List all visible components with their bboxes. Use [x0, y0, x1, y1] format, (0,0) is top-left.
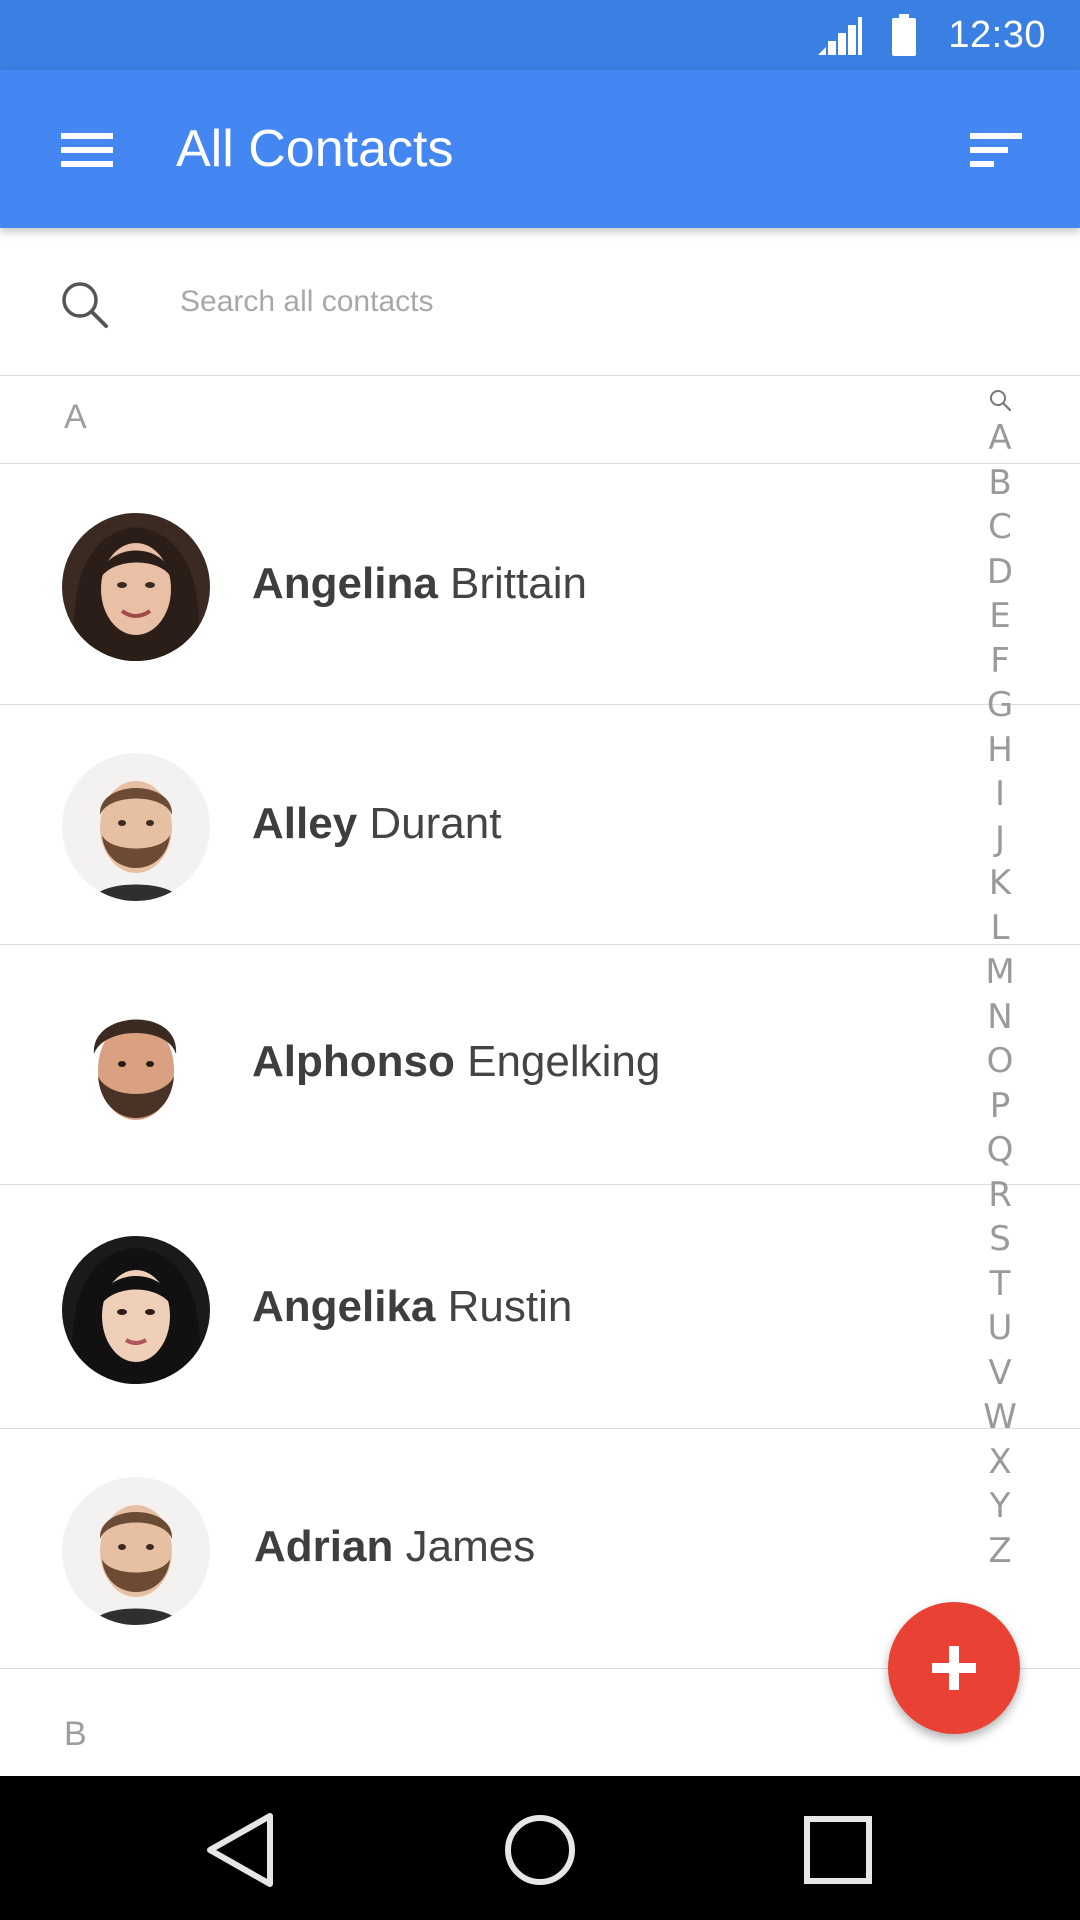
contact-last-name: Brittain — [450, 559, 587, 608]
recents-square-icon[interactable] — [798, 1810, 878, 1890]
contact-first-name: Angelika — [252, 1282, 436, 1331]
home-circle-icon[interactable] — [500, 1810, 580, 1890]
menu-button[interactable] — [56, 120, 118, 180]
index-letter-a[interactable]: A — [988, 416, 1011, 461]
contact-name: Adrian James — [254, 1517, 535, 1577]
index-letter-h[interactable]: H — [987, 728, 1013, 773]
index-letter-e[interactable]: E — [989, 594, 1010, 639]
avatar — [62, 992, 210, 1140]
index-letter-k[interactable]: K — [989, 861, 1011, 906]
avatar — [62, 513, 210, 661]
index-letter-q[interactable]: Q — [987, 1128, 1014, 1173]
search-icon — [62, 282, 108, 328]
index-letter-f[interactable]: F — [990, 639, 1010, 684]
index-letter-c[interactable]: C — [988, 505, 1012, 550]
search-icon[interactable] — [988, 388, 1012, 412]
index-letter-i[interactable]: I — [995, 772, 1005, 817]
index-letter-n[interactable]: N — [987, 995, 1012, 1040]
app-bar: All Contacts — [0, 70, 1080, 228]
index-letter-r[interactable]: R — [988, 1173, 1012, 1218]
index-letter-p[interactable]: P — [990, 1084, 1011, 1129]
index-letter-x[interactable]: X — [988, 1440, 1011, 1485]
index-letter-t[interactable]: T — [990, 1262, 1011, 1307]
contact-row-angelina-brittain[interactable]: Angelina Brittain — [0, 464, 1080, 705]
alphabet-index[interactable]: A B C D E F G H I J K L M N O P Q R S T … — [978, 388, 1022, 1573]
contact-row-alley-durant[interactable]: Alley Durant — [0, 705, 1080, 945]
index-letter-m[interactable]: M — [985, 950, 1014, 995]
avatar — [62, 1477, 210, 1625]
sort-icon — [970, 133, 1022, 167]
contact-name: Angelika Rustin — [252, 1277, 572, 1337]
contact-name: Alley Durant — [252, 794, 501, 854]
search-bar — [0, 228, 1080, 376]
contact-name: Alphonso Engelking — [252, 1032, 660, 1092]
index-letter-l[interactable]: L — [991, 906, 1010, 951]
index-letter-v[interactable]: V — [988, 1351, 1011, 1396]
search-input[interactable] — [178, 272, 878, 332]
back-triangle-icon[interactable] — [200, 1810, 280, 1890]
hamburger-menu-icon — [61, 133, 113, 167]
cell-signal-icon — [818, 17, 863, 55]
section-header-a: A — [0, 376, 1080, 464]
section-letter: A — [64, 398, 87, 436]
index-letter-o[interactable]: O — [987, 1039, 1014, 1084]
index-letter-s[interactable]: S — [989, 1217, 1011, 1262]
index-letter-b[interactable]: B — [988, 461, 1011, 506]
index-letter-y[interactable]: Y — [990, 1484, 1011, 1529]
add-contact-button[interactable] — [888, 1602, 1020, 1734]
index-letter-g[interactable]: G — [987, 683, 1013, 728]
contact-first-name: Adrian — [254, 1522, 394, 1571]
contact-first-name: Alley — [252, 799, 358, 848]
contact-name: Angelina Brittain — [252, 554, 587, 614]
contact-row-alphonso-engelking[interactable]: Alphonso Engelking — [0, 945, 1080, 1185]
contact-first-name: Angelina — [252, 559, 438, 608]
contact-last-name: Engelking — [467, 1037, 661, 1086]
index-letter-w[interactable]: W — [983, 1395, 1017, 1440]
contact-last-name: Durant — [369, 799, 502, 848]
page-title: All Contacts — [176, 120, 454, 178]
status-bar: 12:30 — [0, 0, 1080, 70]
index-letter-d[interactable]: D — [987, 550, 1013, 595]
contact-last-name: James — [405, 1522, 536, 1571]
contact-row-angelika-rustin[interactable]: Angelika Rustin — [0, 1185, 1080, 1429]
index-letter-z[interactable]: Z — [988, 1529, 1011, 1574]
battery-full-icon — [892, 14, 917, 56]
plus-icon — [932, 1646, 976, 1690]
avatar — [62, 753, 210, 901]
system-nav-bar — [0, 1776, 1080, 1920]
status-time: 12:30 — [948, 13, 1046, 56]
sort-button[interactable] — [966, 122, 1026, 178]
contact-first-name: Alphonso — [252, 1037, 455, 1086]
section-letter: B — [64, 1715, 87, 1753]
index-letter-j[interactable]: J — [995, 817, 1005, 862]
contact-last-name: Rustin — [447, 1282, 573, 1331]
avatar — [62, 1236, 210, 1384]
index-letter-u[interactable]: U — [988, 1306, 1013, 1351]
